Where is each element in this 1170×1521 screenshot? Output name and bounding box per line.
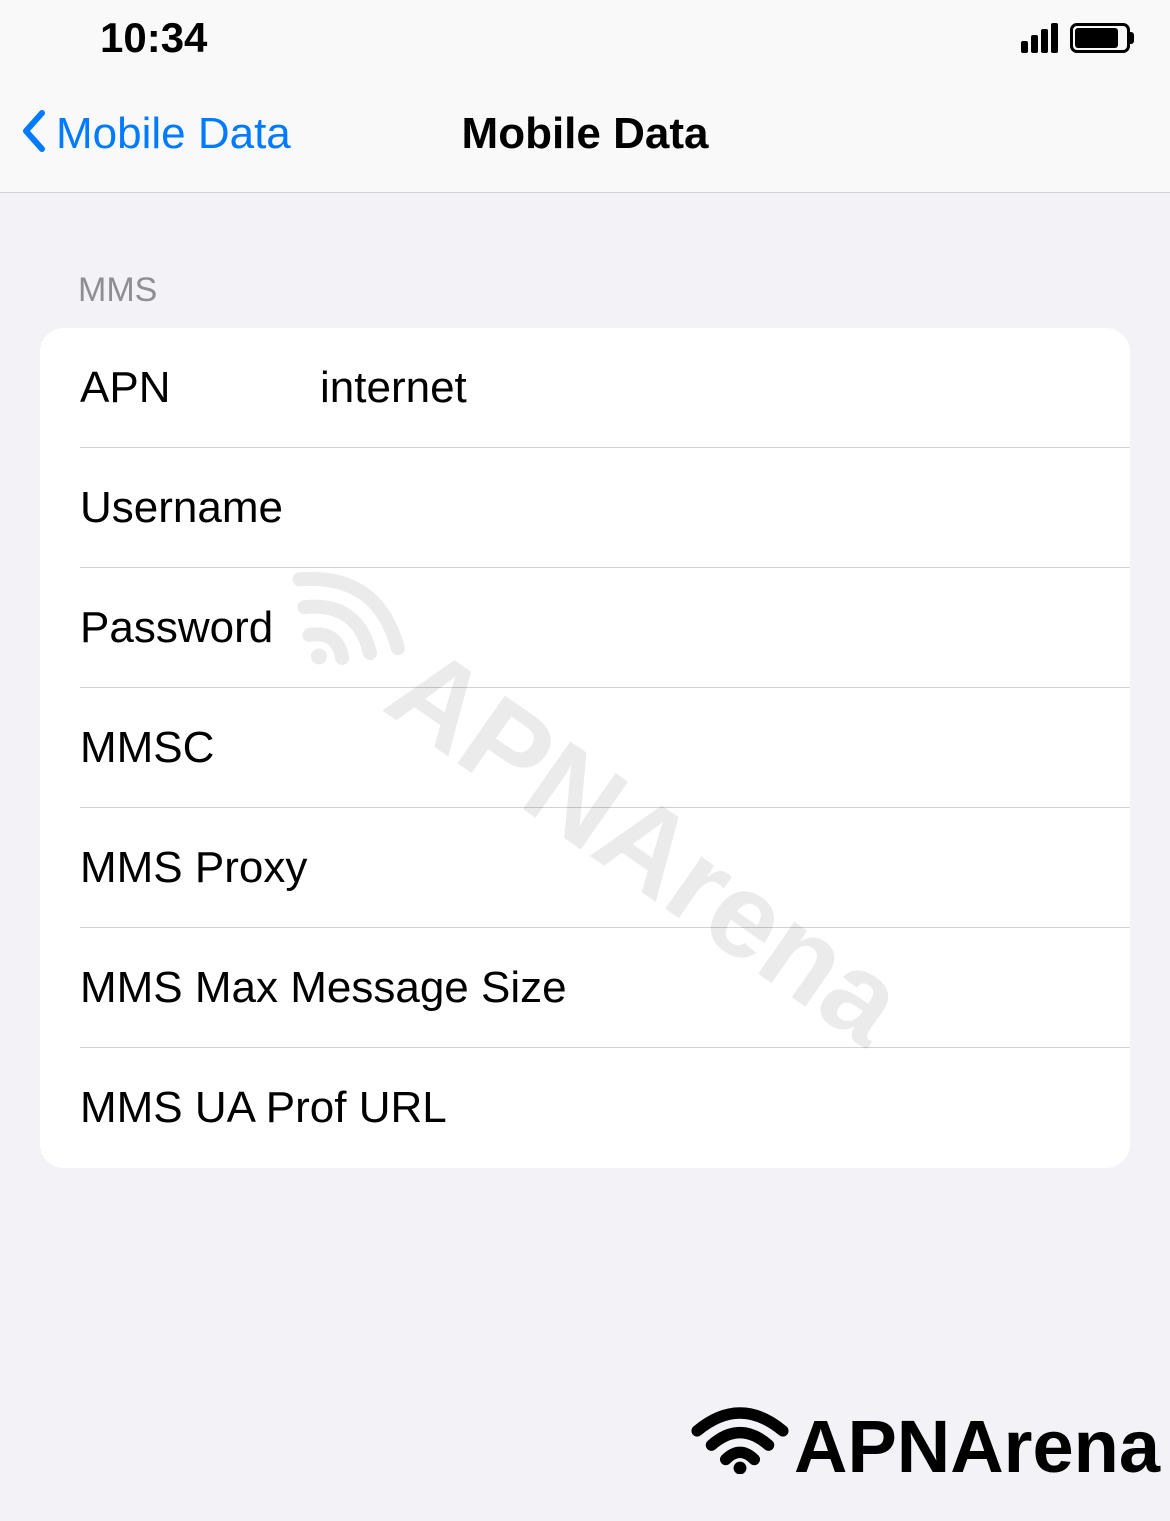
- back-label: Mobile Data: [56, 109, 291, 159]
- mmsc-row[interactable]: MMSC: [40, 688, 1130, 808]
- status-time: 10:34: [100, 14, 207, 62]
- page-title: Mobile Data: [462, 109, 709, 159]
- password-row[interactable]: Password: [40, 568, 1130, 688]
- mms-ua-prof-row[interactable]: MMS UA Prof URL: [40, 1048, 1130, 1168]
- logo-text: APNArena: [794, 1404, 1160, 1489]
- password-input[interactable]: [320, 603, 1090, 653]
- mms-proxy-label: MMS Proxy: [80, 843, 515, 893]
- settings-group: APN Username Password MMSC MMS Proxy MMS…: [40, 328, 1130, 1168]
- chevron-back-icon: [20, 106, 48, 162]
- signal-icon: [1021, 23, 1058, 53]
- logo: APNArena: [690, 1402, 1160, 1491]
- password-label: Password: [80, 603, 320, 653]
- apn-input[interactable]: [320, 363, 1090, 413]
- mmsc-label: MMSC: [80, 723, 320, 773]
- username-input[interactable]: [320, 483, 1090, 533]
- wifi-icon: [690, 1402, 790, 1491]
- username-label: Username: [80, 483, 320, 533]
- mms-max-size-label: MMS Max Message Size: [80, 963, 1090, 1013]
- status-bar: 10:34: [0, 0, 1170, 75]
- mmsc-input[interactable]: [320, 723, 1090, 773]
- mms-max-size-row[interactable]: MMS Max Message Size: [40, 928, 1130, 1048]
- mms-proxy-row[interactable]: MMS Proxy: [40, 808, 1130, 928]
- nav-bar: Mobile Data Mobile Data: [0, 75, 1170, 193]
- battery-icon: [1070, 23, 1130, 53]
- content: MMS APN Username Password MMSC MMS Proxy: [0, 193, 1170, 1168]
- apn-row[interactable]: APN: [40, 328, 1130, 448]
- section-header-mms: MMS: [0, 193, 1170, 328]
- mms-ua-prof-label: MMS UA Prof URL: [80, 1083, 1090, 1133]
- mms-proxy-input[interactable]: [515, 843, 1090, 893]
- back-button[interactable]: Mobile Data: [0, 106, 291, 162]
- status-icons: [1021, 23, 1130, 53]
- username-row[interactable]: Username: [40, 448, 1130, 568]
- apn-label: APN: [80, 363, 320, 413]
